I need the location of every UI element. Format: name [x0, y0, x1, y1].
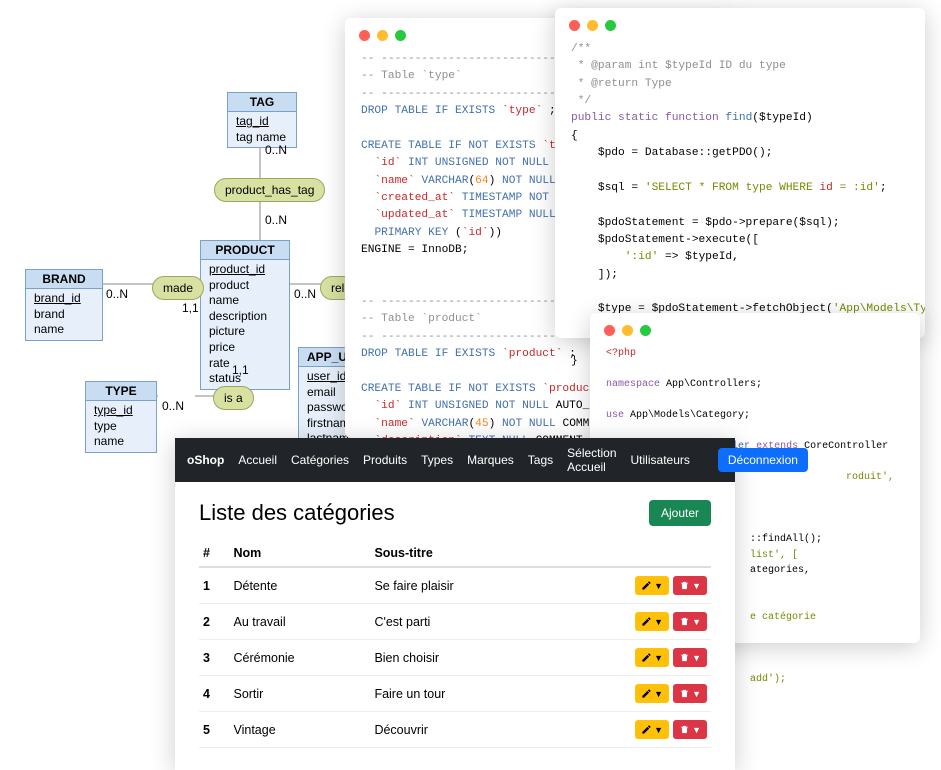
- zoom-icon[interactable]: [605, 20, 616, 31]
- card-phtag-prod: 0..N: [265, 213, 287, 227]
- row-id: 3: [199, 640, 229, 676]
- nav-categories[interactable]: Catégories: [291, 453, 349, 467]
- trash-icon: [679, 652, 690, 663]
- delete-button[interactable]: ▼: [673, 684, 707, 703]
- pencil-icon: [641, 688, 652, 699]
- rel-product-has-tag: product_has_tag: [214, 178, 325, 202]
- nav-marques[interactable]: Marques: [467, 453, 514, 467]
- nav-produits[interactable]: Produits: [363, 453, 407, 467]
- er-diagram: TAG tag_id tag name product_has_tag 0..N…: [0, 85, 350, 435]
- window-controls: [590, 313, 920, 344]
- logout-button[interactable]: Déconnexion: [718, 448, 808, 472]
- zoom-icon[interactable]: [640, 325, 651, 336]
- caret-down-icon: ▼: [654, 617, 663, 627]
- table-row: 4SortirFaire un tour ▼ ▼: [199, 676, 711, 712]
- row-nom: Cérémonie: [229, 640, 370, 676]
- trash-icon: [679, 688, 690, 699]
- close-icon[interactable]: [604, 325, 615, 336]
- nav-types[interactable]: Types: [421, 453, 453, 467]
- zoom-icon[interactable]: [395, 30, 406, 41]
- col-nom: Nom: [229, 540, 370, 567]
- trash-icon: [679, 580, 690, 591]
- minimize-icon[interactable]: [587, 20, 598, 31]
- row-id: 1: [199, 567, 229, 604]
- nav-users[interactable]: Utilisateurs: [631, 453, 690, 467]
- row-subtitle: Bien choisir: [370, 640, 548, 676]
- card-isa-prod: 1,1: [232, 363, 249, 377]
- row-id: 4: [199, 676, 229, 712]
- entity-tag-pk: tag_id: [236, 114, 288, 130]
- delete-button[interactable]: ▼: [673, 648, 707, 667]
- page-title: Liste des catégories: [199, 500, 395, 526]
- row-subtitle: C'est parti: [370, 604, 548, 640]
- navbar: oShop Accueil Catégories Produits Types …: [175, 438, 735, 482]
- col-index: #: [199, 540, 229, 567]
- entity-tag: TAG tag_id tag name: [227, 92, 297, 148]
- table-row: 3CérémonieBien choisir ▼ ▼: [199, 640, 711, 676]
- entity-product-name: PRODUCT: [201, 241, 289, 260]
- row-nom: Sortir: [229, 676, 370, 712]
- caret-down-icon: ▼: [692, 725, 701, 735]
- window-controls: [555, 8, 925, 39]
- delete-button[interactable]: ▼: [673, 612, 707, 631]
- caret-down-icon: ▼: [654, 689, 663, 699]
- col-soustitre: Sous-titre: [370, 540, 548, 567]
- pencil-icon: [641, 580, 652, 591]
- caret-down-icon: ▼: [692, 581, 701, 591]
- rel-made: made: [152, 276, 204, 300]
- add-button[interactable]: Ajouter: [649, 500, 711, 526]
- caret-down-icon: ▼: [654, 725, 663, 735]
- nav-accueil[interactable]: Accueil: [238, 453, 277, 467]
- row-nom: Au travail: [229, 604, 370, 640]
- close-icon[interactable]: [569, 20, 580, 31]
- navbar-brand[interactable]: oShop: [187, 453, 224, 467]
- delete-button[interactable]: ▼: [673, 720, 707, 739]
- trash-icon: [679, 724, 690, 735]
- row-subtitle: Faire un tour: [370, 676, 548, 712]
- row-nom: Vintage: [229, 712, 370, 748]
- code-window-php-model: /** * @param int $typeId ID du type * @r…: [555, 8, 925, 338]
- nav-tags[interactable]: Tags: [528, 453, 553, 467]
- entity-brand-name: BRAND: [26, 270, 102, 289]
- caret-down-icon: ▼: [654, 653, 663, 663]
- table-row: 5VintageDécouvrir ▼ ▼: [199, 712, 711, 748]
- row-id: 2: [199, 604, 229, 640]
- entity-brand: BRAND brand_id brand name: [25, 269, 103, 341]
- trash-icon: [679, 616, 690, 627]
- oshop-admin: oShop Accueil Catégories Produits Types …: [175, 438, 735, 770]
- nav-selection[interactable]: Sélection Accueil: [567, 446, 616, 474]
- card-made-prod: 1,1: [182, 301, 199, 315]
- pencil-icon: [641, 724, 652, 735]
- entity-type: TYPE type_id type name: [85, 381, 157, 453]
- pencil-icon: [641, 616, 652, 627]
- table-row: 2Au travailC'est parti ▼ ▼: [199, 604, 711, 640]
- edit-button[interactable]: ▼: [635, 576, 669, 595]
- card-made-brand: 0..N: [106, 287, 128, 301]
- pencil-icon: [641, 652, 652, 663]
- entity-tag-name: TAG: [228, 93, 296, 112]
- delete-button[interactable]: ▼: [673, 576, 707, 595]
- card-related: 0..N: [294, 287, 316, 301]
- table-row: 1DétenteSe faire plaisir ▼ ▼: [199, 567, 711, 604]
- caret-down-icon: ▼: [692, 617, 701, 627]
- close-icon[interactable]: [359, 30, 370, 41]
- minimize-icon[interactable]: [377, 30, 388, 41]
- caret-down-icon: ▼: [692, 653, 701, 663]
- edit-button[interactable]: ▼: [635, 612, 669, 631]
- row-id: 5: [199, 712, 229, 748]
- edit-button[interactable]: ▼: [635, 720, 669, 739]
- categories-table: # Nom Sous-titre 1DétenteSe faire plaisi…: [199, 540, 711, 748]
- row-subtitle: Découvrir: [370, 712, 548, 748]
- card-isa-type: 0..N: [162, 399, 184, 413]
- edit-button[interactable]: ▼: [635, 648, 669, 667]
- caret-down-icon: ▼: [654, 581, 663, 591]
- edit-button[interactable]: ▼: [635, 684, 669, 703]
- card-tag: 0..N: [265, 143, 287, 157]
- minimize-icon[interactable]: [622, 325, 633, 336]
- entity-product-pk: product_id: [209, 262, 281, 278]
- row-subtitle: Se faire plaisir: [370, 567, 548, 604]
- row-nom: Détente: [229, 567, 370, 604]
- caret-down-icon: ▼: [692, 689, 701, 699]
- rel-isa: is a: [213, 386, 254, 410]
